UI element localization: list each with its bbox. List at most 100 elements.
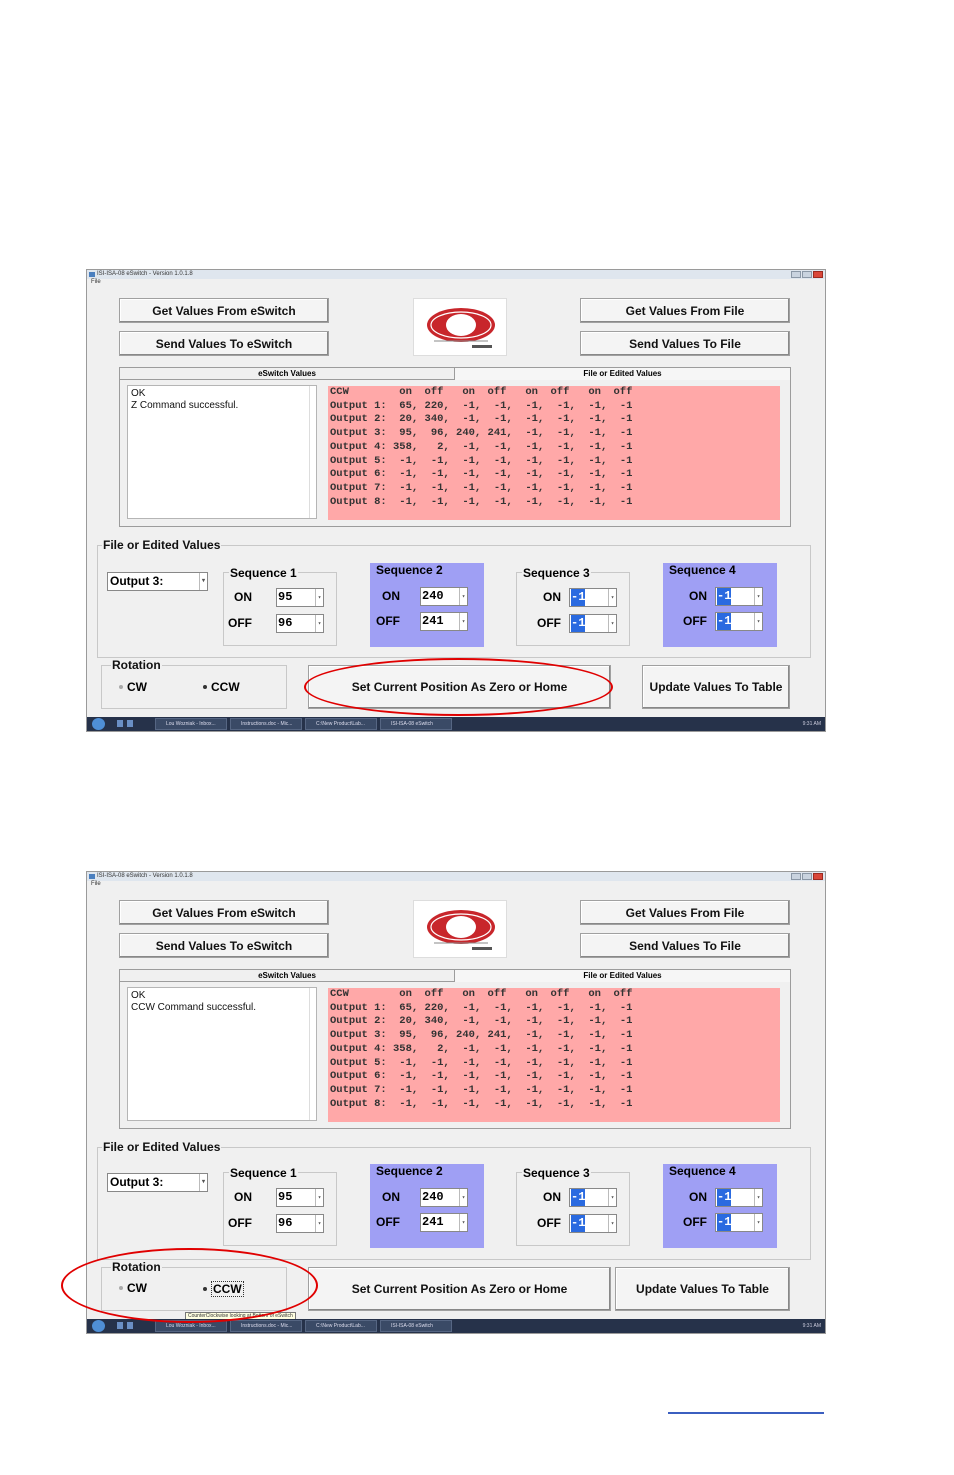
values-table[interactable]: CCW on off on off on off on off Output 1… <box>328 386 780 520</box>
quicklaunch-icon[interactable] <box>117 720 123 727</box>
sequence-3-on-input[interactable]: -1 ▾ <box>569 588 617 607</box>
minimize-icon[interactable] <box>791 873 801 880</box>
spin-icon[interactable]: ▾ <box>459 1189 467 1206</box>
quicklaunch-icon[interactable] <box>127 1322 133 1329</box>
tab-file-or-edited-values[interactable]: File or Edited Values <box>455 970 790 982</box>
chevron-down-icon[interactable]: ▾ <box>199 1174 207 1191</box>
sequence-3-off-input[interactable]: -1 ▾ <box>569 614 617 633</box>
chevron-down-icon[interactable]: ▾ <box>199 573 207 590</box>
sequence-2-on-input[interactable]: 240 ▾ <box>420 1188 468 1207</box>
status-log[interactable]: OK CCW Command successful. <box>127 987 317 1121</box>
update-values-to-table-button[interactable]: Update Values To Table <box>615 1267 790 1311</box>
output-select[interactable]: Output 3: ▾ <box>107 1173 208 1192</box>
system-tray-clock[interactable]: 9:31 AM <box>803 1319 821 1333</box>
spin-icon[interactable]: ▾ <box>459 588 467 605</box>
maximize-icon[interactable] <box>802 271 812 278</box>
window-title: ISI-ISA-08 eSwitch - Version 1.0.1.8 <box>97 271 193 277</box>
scrollbar[interactable] <box>309 386 316 518</box>
get-values-from-file-button[interactable]: Get Values From File <box>580 298 790 323</box>
sequence-2-off-input[interactable]: 241 ▾ <box>420 612 468 631</box>
close-icon[interactable] <box>813 271 823 278</box>
menu-file[interactable]: File <box>91 881 101 887</box>
rotation-ccw-radio[interactable]: CCW <box>203 680 240 694</box>
spin-icon[interactable]: ▾ <box>608 615 616 632</box>
spin-icon[interactable]: ▾ <box>754 1214 762 1231</box>
spin-icon[interactable]: ▾ <box>315 1189 323 1206</box>
sequence-3-on-input[interactable]: -1 ▾ <box>569 1188 617 1207</box>
status-log[interactable]: OK Z Command successful. <box>127 385 317 519</box>
company-logo <box>413 298 507 356</box>
output-select[interactable]: Output 3: ▾ <box>107 572 208 591</box>
spin-icon[interactable]: ▾ <box>754 613 762 630</box>
quicklaunch-icon[interactable] <box>127 720 133 727</box>
spin-icon[interactable]: ▾ <box>315 615 323 632</box>
sequence-1-on-input[interactable]: 95 ▾ <box>276 1188 324 1207</box>
send-values-to-file-button[interactable]: Send Values To File <box>580 331 790 356</box>
start-icon[interactable] <box>92 718 105 730</box>
sequence-2-on-input[interactable]: 240 ▾ <box>420 587 468 606</box>
on-label: ON <box>234 590 252 604</box>
sequence-1-off-input[interactable]: 96 ▾ <box>276 614 324 633</box>
taskbar-item[interactable]: ISI-ISA-08 eSwitch <box>380 1320 452 1332</box>
sequence-4-on-input[interactable]: -1 ▾ <box>715 587 763 606</box>
on-label: ON <box>234 1190 252 1204</box>
rotation-cw-radio[interactable]: CW <box>119 680 147 694</box>
sequence-1-off-input[interactable]: 96 ▾ <box>276 1214 324 1233</box>
send-values-to-file-button[interactable]: Send Values To File <box>580 933 790 958</box>
spin-icon[interactable]: ▾ <box>754 1189 762 1206</box>
sequence-1-on-input[interactable]: 95 ▾ <box>276 588 324 607</box>
quicklaunch-icon[interactable] <box>117 1322 123 1329</box>
send-values-to-eswitch-button[interactable]: Send Values To eSwitch <box>119 331 329 356</box>
table-row: Output 8: -1, -1, -1, -1, -1, -1, -1, -1 <box>330 495 633 508</box>
sequence-3-off-input[interactable]: -1 ▾ <box>569 1214 617 1233</box>
sequence-4-on-input[interactable]: -1 ▾ <box>715 1188 763 1207</box>
taskbar-item[interactable]: Instructions.doc - Mic... <box>230 1320 302 1332</box>
spin-icon[interactable]: ▾ <box>315 1215 323 1232</box>
link-underline[interactable] <box>668 1412 824 1414</box>
sequence-2-off-input[interactable]: 241 ▾ <box>420 1213 468 1232</box>
sequence-4-off-input[interactable]: -1 ▾ <box>715 1213 763 1232</box>
maximize-icon[interactable] <box>802 873 812 880</box>
table-row: Output 5: -1, -1, -1, -1, -1, -1, -1, -1 <box>330 1056 633 1069</box>
taskbar-item[interactable]: C:\New Product\Lab... <box>305 718 377 730</box>
get-values-from-eswitch-button[interactable]: Get Values From eSwitch <box>119 298 329 323</box>
scrollbar[interactable] <box>309 988 316 1120</box>
taskbar-item[interactable]: C:\New Product\Lab... <box>305 1320 377 1332</box>
tab-file-or-edited-values[interactable]: File or Edited Values <box>455 368 790 380</box>
taskbar-item[interactable]: Instructions.doc - Mic... <box>230 718 302 730</box>
app-icon <box>89 272 95 277</box>
set-zero-home-button[interactable]: Set Current Position As Zero or Home <box>308 1267 611 1311</box>
values-tab-panel: eSwitch Values File or Edited Values OK … <box>119 367 791 527</box>
tab-eswitch-values[interactable]: eSwitch Values <box>120 970 455 982</box>
window-title: ISI-ISA-08 eSwitch - Version 1.0.1.8 <box>97 873 193 879</box>
update-values-to-table-button[interactable]: Update Values To Table <box>642 665 790 709</box>
get-values-from-eswitch-button[interactable]: Get Values From eSwitch <box>119 900 329 925</box>
close-icon[interactable] <box>813 873 823 880</box>
spin-icon[interactable]: ▾ <box>459 613 467 630</box>
status-line: OK <box>131 388 146 399</box>
taskbar-item[interactable]: ISI-ISA-08 eSwitch <box>380 718 452 730</box>
tab-eswitch-values[interactable]: eSwitch Values <box>120 368 455 380</box>
system-tray-clock[interactable]: 9:31 AM <box>803 717 821 731</box>
spin-icon[interactable]: ▾ <box>459 1214 467 1231</box>
spin-icon[interactable]: ▾ <box>754 588 762 605</box>
sequence-3-title: Sequence 3 <box>522 1166 591 1180</box>
spin-icon[interactable]: ▾ <box>608 589 616 606</box>
taskbar-item[interactable]: Lou Wozniak - Inbox... <box>155 718 227 730</box>
get-values-from-file-button[interactable]: Get Values From File <box>580 900 790 925</box>
spin-icon[interactable]: ▾ <box>608 1215 616 1232</box>
menu-file[interactable]: File <box>91 279 101 285</box>
table-row: Output 4: 358, 2, -1, -1, -1, -1, -1, -1 <box>330 440 633 453</box>
sequence-4-off-input[interactable]: -1 ▾ <box>715 612 763 631</box>
start-icon[interactable] <box>92 1320 105 1332</box>
table-row: Output 3: 95, 96, 240, 241, -1, -1, -1, … <box>330 1029 633 1042</box>
sequence-2-title: Sequence 2 <box>375 1164 444 1178</box>
values-table[interactable]: CCW on off on off on off on off Output 1… <box>328 988 780 1122</box>
radio-label: CW <box>127 680 147 694</box>
on-label: ON <box>543 590 561 604</box>
status-line: OK <box>131 990 146 1001</box>
spin-icon[interactable]: ▾ <box>315 589 323 606</box>
send-values-to-eswitch-button[interactable]: Send Values To eSwitch <box>119 933 329 958</box>
minimize-icon[interactable] <box>791 271 801 278</box>
spin-icon[interactable]: ▾ <box>608 1189 616 1206</box>
